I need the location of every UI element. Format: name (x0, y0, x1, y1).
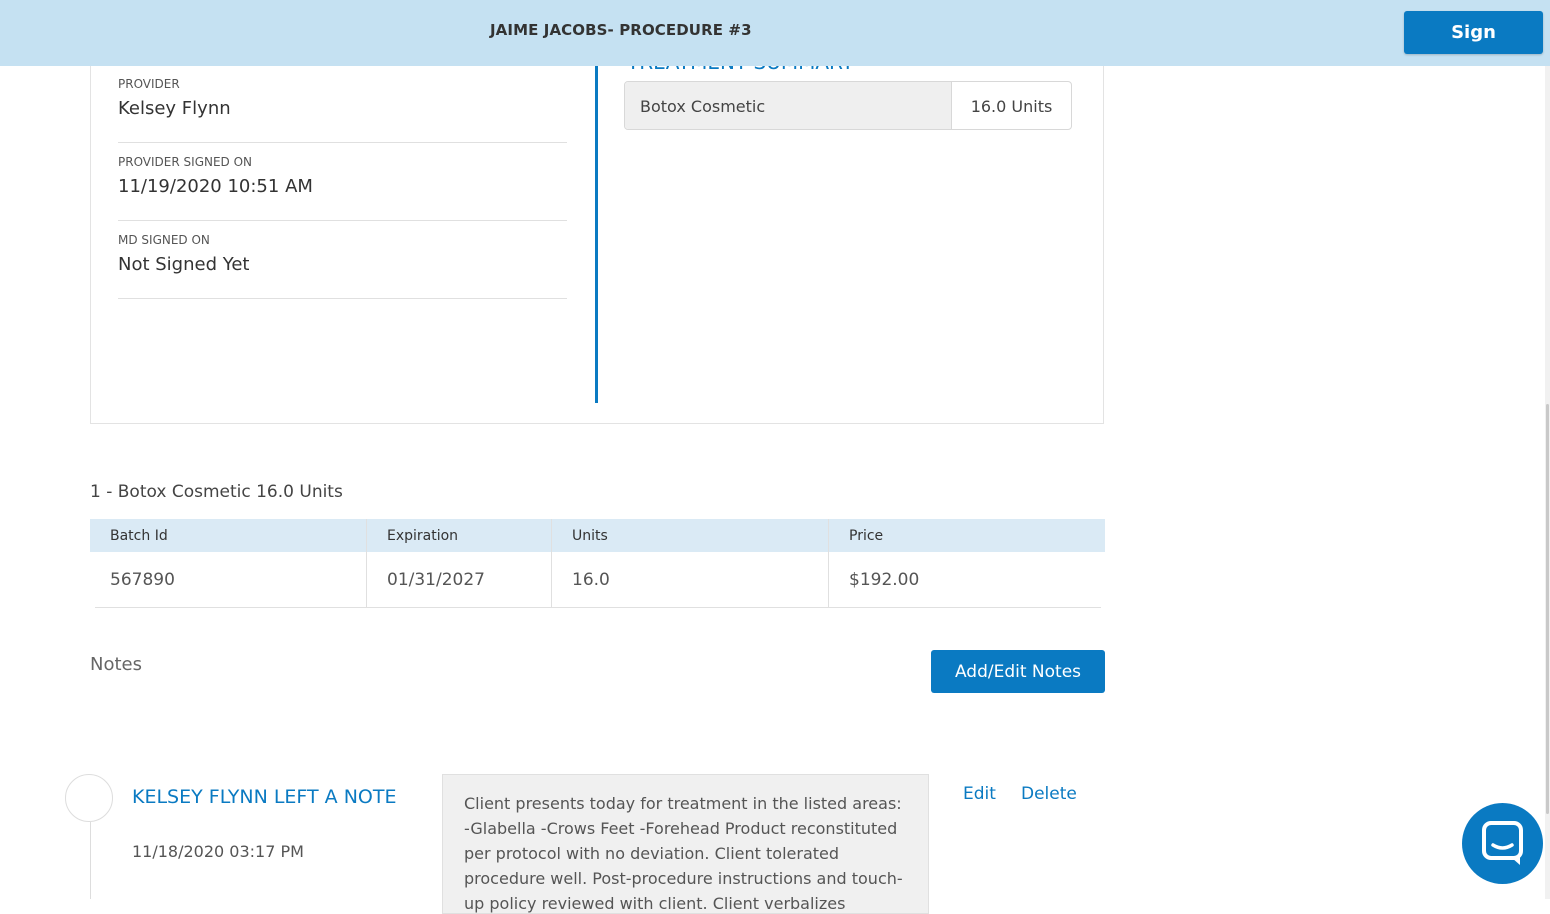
treatment-name: Botox Cosmetic (625, 82, 952, 129)
column-header-price: Price (849, 528, 884, 544)
provider-signed-on-value: 11/19/2020 10:51 AM (118, 176, 313, 197)
column-header-units: Units (572, 528, 608, 544)
cell-price: $192.00 (849, 570, 920, 590)
note-delete-link[interactable]: Delete (1021, 784, 1077, 804)
avatar (65, 774, 113, 822)
scrollbar-thumb[interactable] (1546, 404, 1549, 814)
note-date: 11/18/2020 03:17 PM (132, 842, 304, 861)
procedure-title: JAIME JACOBS- PROCEDURE #3 (490, 21, 752, 39)
provider-signed-on-label: PROVIDER SIGNED ON (118, 155, 253, 169)
cell-units: 16.0 (572, 570, 610, 590)
provider-field: PROVIDER Kelsey Flynn (118, 64, 567, 143)
add-edit-notes-button[interactable]: Add/Edit Notes (931, 650, 1105, 693)
chat-bubble-icon (1482, 821, 1523, 865)
column-divider (828, 519, 829, 607)
treatment-summary-table: Botox Cosmetic 16.0 Units (624, 81, 1072, 130)
md-signed-on-field: MD SIGNED ON Not Signed Yet (118, 220, 567, 299)
note-edit-link[interactable]: Edit (963, 784, 996, 804)
chat-launcher-button[interactable] (1462, 803, 1543, 884)
md-signed-on-label: MD SIGNED ON (118, 233, 210, 247)
provider-label: PROVIDER (118, 77, 180, 91)
column-header-batch-id: Batch Id (110, 528, 168, 544)
product-title: 1 - Botox Cosmetic 16.0 Units (90, 482, 343, 502)
note-author: KELSEY FLYNN LEFT A NOTE (132, 786, 397, 808)
provider-value: Kelsey Flynn (118, 98, 231, 119)
treatment-units: 16.0 Units (970, 97, 1053, 116)
timeline-line (90, 822, 91, 899)
column-divider (366, 519, 367, 607)
sign-button[interactable]: Sign (1404, 11, 1543, 54)
md-signed-on-value: Not Signed Yet (118, 254, 250, 275)
top-header-bar: JAIME JACOBS- PROCEDURE #3 Sign (0, 0, 1550, 66)
column-divider (551, 519, 552, 607)
notes-heading: Notes (90, 654, 142, 675)
note-text: Client presents today for treatment in t… (442, 774, 929, 914)
column-header-expiration: Expiration (387, 528, 459, 544)
section-divider (595, 66, 598, 403)
cell-batch-id: 567890 (110, 570, 175, 590)
cell-expiration: 01/31/2027 (387, 570, 485, 590)
provider-signed-on-field: PROVIDER SIGNED ON 11/19/2020 10:51 AM (118, 142, 567, 221)
